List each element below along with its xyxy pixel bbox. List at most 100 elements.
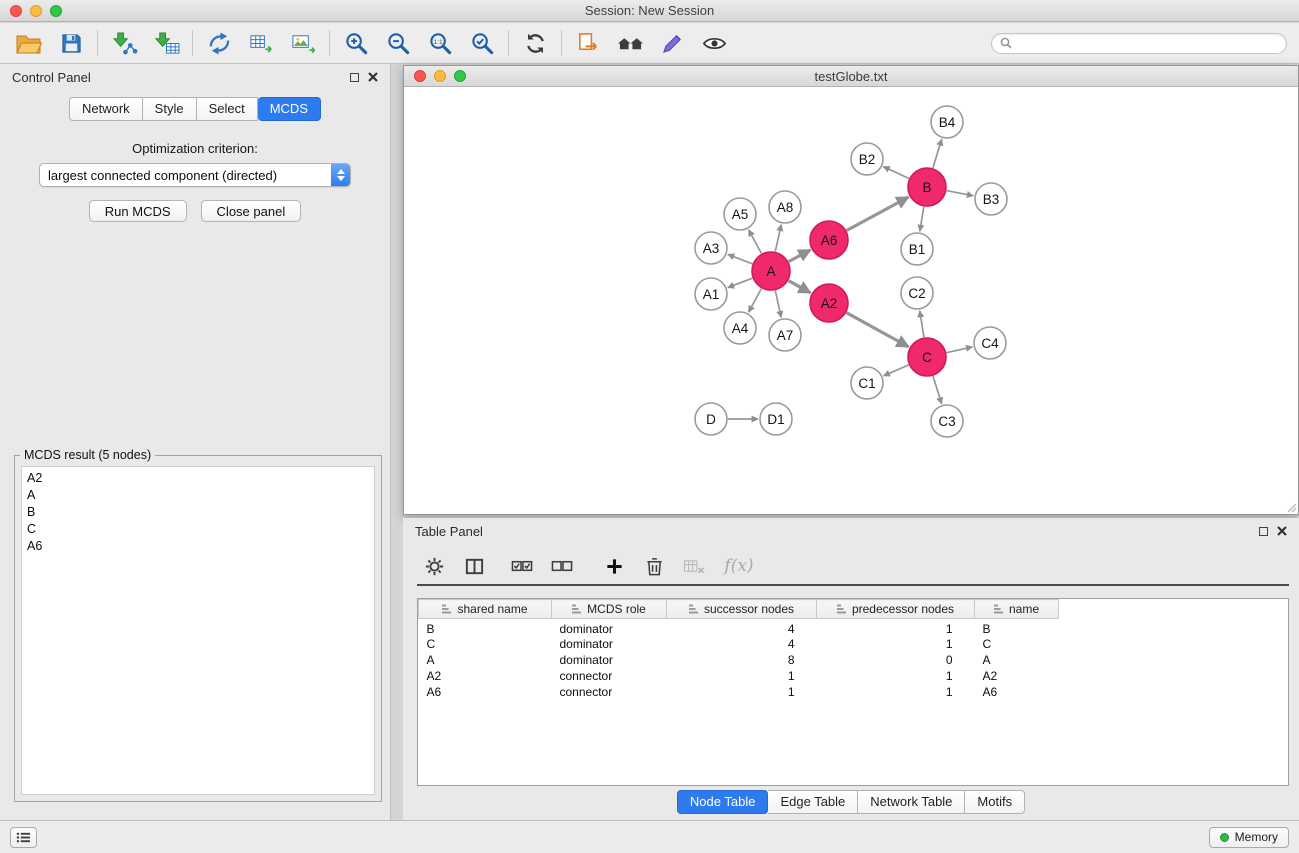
- close-panel-icon[interactable]: [368, 72, 378, 82]
- zoom-fit-button[interactable]: [461, 25, 503, 61]
- network-window-titlebar[interactable]: testGlobe.txt: [404, 66, 1298, 87]
- network-edge-A-A2[interactable]: [789, 281, 811, 293]
- add-column-button[interactable]: [597, 550, 631, 582]
- table-cell[interactable]: 1: [817, 636, 975, 652]
- zoom-window-button[interactable]: [50, 5, 62, 17]
- table-cell[interactable]: dominator: [552, 636, 667, 652]
- network-node-A3[interactable]: A3: [695, 232, 727, 264]
- network-node-C1[interactable]: C1: [851, 367, 883, 399]
- network-edge-C-C4[interactable]: [947, 347, 973, 353]
- network-edge-B-B4[interactable]: [933, 139, 942, 168]
- table-cell[interactable]: B: [419, 619, 552, 637]
- tab-style[interactable]: Style: [143, 97, 197, 121]
- resize-grip-icon[interactable]: [1285, 501, 1297, 513]
- network-edge-B-B2[interactable]: [883, 167, 909, 179]
- network-close-button[interactable]: [414, 70, 426, 82]
- network-node-B2[interactable]: B2: [851, 143, 883, 175]
- tab-node-table[interactable]: Node Table: [677, 790, 769, 814]
- delete-column-button[interactable]: [637, 550, 671, 582]
- table-cell[interactable]: 4: [667, 636, 817, 652]
- tab-mcds[interactable]: MCDS: [258, 97, 321, 121]
- table-cell[interactable]: 0: [817, 652, 975, 668]
- network-node-C[interactable]: C: [908, 338, 946, 376]
- result-item[interactable]: A: [22, 487, 374, 504]
- column-header-shared-name[interactable]: shared name: [419, 600, 552, 619]
- table-cell[interactable]: C: [419, 636, 552, 652]
- table-settings-button[interactable]: [417, 550, 451, 582]
- result-item[interactable]: A2: [22, 470, 374, 487]
- save-session-button[interactable]: [50, 25, 92, 61]
- table-row[interactable]: A2connector11A2: [419, 668, 1059, 684]
- tab-select[interactable]: Select: [197, 97, 258, 121]
- export-image-button[interactable]: [282, 25, 324, 61]
- network-node-C3[interactable]: C3: [931, 405, 963, 437]
- close-table-panel-icon[interactable]: [1277, 526, 1287, 536]
- network-node-D1[interactable]: D1: [760, 403, 792, 435]
- network-edge-B-B3[interactable]: [947, 191, 974, 196]
- refresh-button[interactable]: [514, 25, 556, 61]
- network-node-A4[interactable]: A4: [724, 312, 756, 344]
- table-cell[interactable]: 1: [667, 668, 817, 684]
- table-row[interactable]: A6connector11A6: [419, 684, 1059, 700]
- table-row[interactable]: Bdominator41B: [419, 619, 1059, 637]
- network-edge-A-A8[interactable]: [775, 225, 781, 252]
- export-table-button[interactable]: [240, 25, 282, 61]
- network-canvas-area[interactable]: AA2A6BCA1A3A4A5A7A8B1B2B3B4C1C2C3C4DD1: [404, 88, 1298, 514]
- task-history-button[interactable]: [10, 827, 37, 848]
- result-item[interactable]: A6: [22, 538, 374, 555]
- search-input[interactable]: [1017, 36, 1278, 50]
- tab-network-table[interactable]: Network Table: [858, 790, 965, 814]
- table-cell[interactable]: connector: [552, 684, 667, 700]
- table-cell[interactable]: A2: [975, 668, 1059, 684]
- tab-network[interactable]: Network: [69, 97, 143, 121]
- table-row[interactable]: Adominator80A: [419, 652, 1059, 668]
- show-graphics-button[interactable]: [693, 25, 735, 61]
- network-edge-A-A7[interactable]: [775, 291, 781, 318]
- network-edge-C-C3[interactable]: [933, 376, 942, 404]
- network-edge-A-A6[interactable]: [789, 250, 811, 262]
- network-edge-C-C1[interactable]: [884, 365, 909, 376]
- zoom-out-button[interactable]: [377, 25, 419, 61]
- zoom-in-button[interactable]: [335, 25, 377, 61]
- function-builder-button[interactable]: f(x): [717, 550, 761, 582]
- table-row[interactable]: Cdominator41C: [419, 636, 1059, 652]
- network-node-B3[interactable]: B3: [975, 183, 1007, 215]
- column-header-name[interactable]: name: [975, 600, 1059, 619]
- run-mcds-button[interactable]: Run MCDS: [89, 200, 187, 222]
- table-cell[interactable]: connector: [552, 668, 667, 684]
- network-node-B1[interactable]: B1: [901, 233, 933, 265]
- table-cell[interactable]: 1: [817, 619, 975, 637]
- deselect-all-button[interactable]: [545, 550, 579, 582]
- table-cell[interactable]: A6: [975, 684, 1059, 700]
- network-edge-A6-B[interactable]: [847, 197, 909, 231]
- result-item[interactable]: B: [22, 504, 374, 521]
- network-node-C2[interactable]: C2: [901, 277, 933, 309]
- node-table-container[interactable]: shared nameMCDS rolesuccessor nodesprede…: [417, 598, 1289, 786]
- network-node-A2[interactable]: A2: [810, 284, 848, 322]
- memory-button[interactable]: Memory: [1209, 827, 1289, 848]
- network-edge-A-A1[interactable]: [728, 278, 753, 287]
- table-cell[interactable]: dominator: [552, 619, 667, 637]
- network-node-B[interactable]: B: [908, 168, 946, 206]
- copy-view-button[interactable]: [567, 25, 609, 61]
- network-node-B4[interactable]: B4: [931, 106, 963, 138]
- search-box[interactable]: [991, 33, 1287, 54]
- network-minimize-button[interactable]: [434, 70, 446, 82]
- network-zoom-button[interactable]: [454, 70, 466, 82]
- network-node-A[interactable]: A: [752, 252, 790, 290]
- apply-style-button[interactable]: [651, 25, 693, 61]
- network-node-C4[interactable]: C4: [974, 327, 1006, 359]
- table-cell[interactable]: C: [975, 636, 1059, 652]
- import-table-button[interactable]: [145, 25, 187, 61]
- table-cell[interactable]: A2: [419, 668, 552, 684]
- table-cell[interactable]: 1: [817, 684, 975, 700]
- new-network-button[interactable]: [198, 25, 240, 61]
- show-columns-button[interactable]: [457, 550, 491, 582]
- zoom-actual-size-button[interactable]: 1:1: [419, 25, 461, 61]
- network-edge-B-B1[interactable]: [920, 207, 924, 232]
- delete-table-button[interactable]: [677, 550, 711, 582]
- network-node-A5[interactable]: A5: [724, 198, 756, 230]
- table-cell[interactable]: A6: [419, 684, 552, 700]
- network-node-A7[interactable]: A7: [769, 319, 801, 351]
- float-table-panel-icon[interactable]: [1259, 527, 1268, 536]
